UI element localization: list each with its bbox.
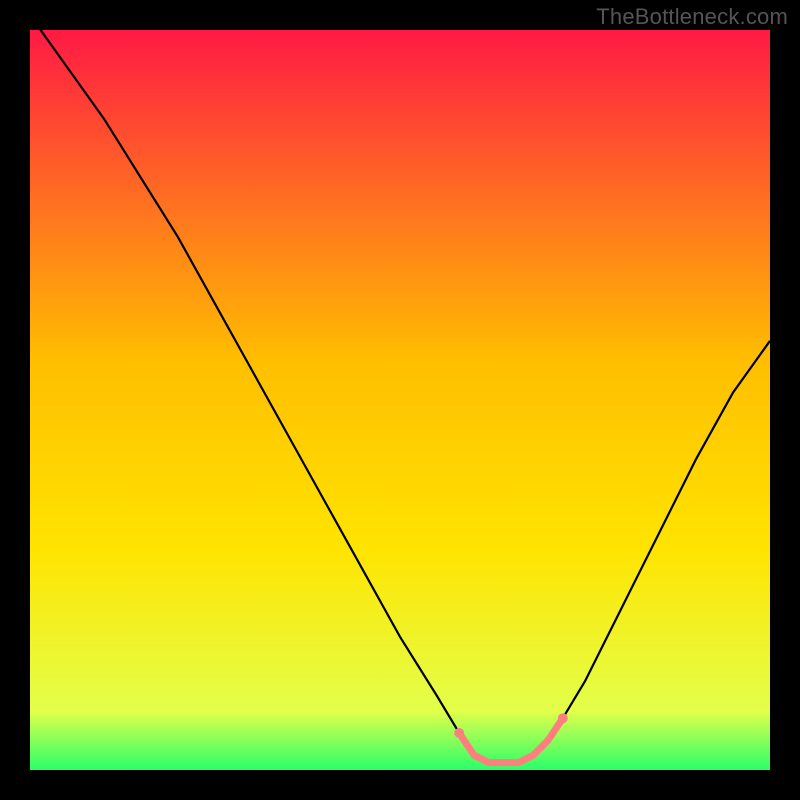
chart-frame: TheBottleneck.com xyxy=(0,0,800,800)
watermark-text: TheBottleneck.com xyxy=(596,4,788,30)
highlight-start-dot xyxy=(454,728,464,738)
plot-area xyxy=(30,30,770,770)
bottleneck-chart xyxy=(0,0,800,800)
highlight-end-dot xyxy=(558,713,568,723)
